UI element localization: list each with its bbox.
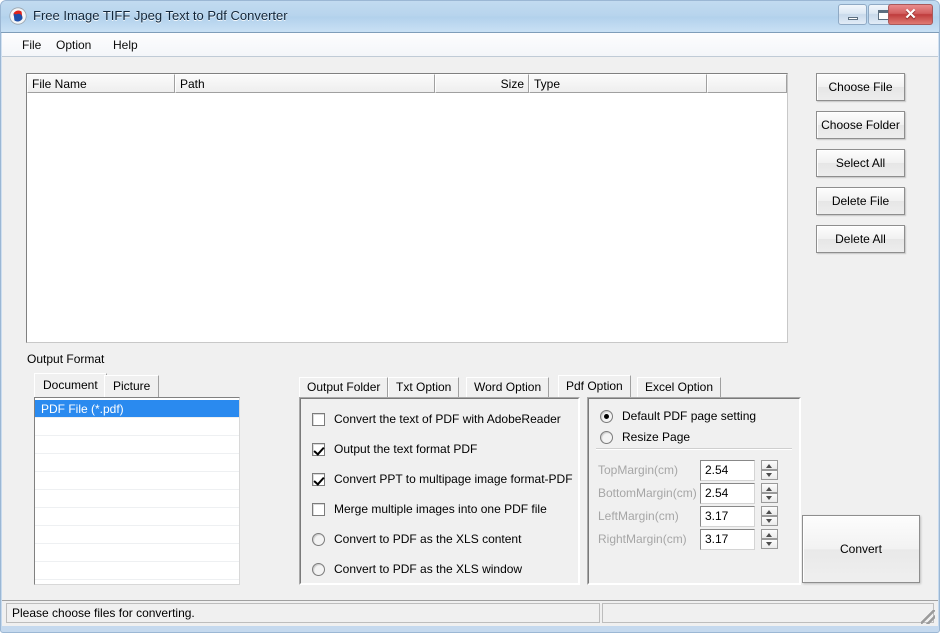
pdf-conversion-options-group: Convert the text of PDF with AdobeReader… (299, 397, 580, 585)
tab-document[interactable]: Document (34, 373, 107, 397)
application-window: Free Image TIFF Jpeg Text to Pdf Convert… (0, 0, 940, 633)
left-margin-input[interactable]: 3.17 (700, 506, 755, 527)
bottom-margin-input[interactable]: 2.54 (700, 483, 755, 504)
right-margin-input[interactable]: 3.17 (700, 529, 755, 550)
checkbox-convert-ppt-multipage[interactable]: Convert PPT to multipage image format-PD… (312, 471, 573, 487)
output-format-listbox[interactable]: PDF File (*.pdf) (34, 397, 240, 585)
tab-excel-option[interactable]: Excel Option (637, 377, 722, 397)
stepper-up-icon[interactable] (761, 506, 778, 516)
radio-icon[interactable] (600, 430, 613, 444)
stepper-up-icon[interactable] (761, 529, 778, 539)
list-item[interactable] (35, 526, 239, 544)
output-format-label: Output Format (27, 352, 105, 366)
list-item[interactable] (35, 562, 239, 580)
close-icon: ✕ (904, 6, 917, 23)
status-bar: Please choose files for converting. (2, 600, 938, 626)
stepper-up-icon[interactable] (761, 483, 778, 493)
checkbox-icon[interactable] (312, 502, 325, 516)
checkbox-output-text-format-pdf[interactable]: Output the text format PDF (312, 441, 477, 457)
stepper-down-icon[interactable] (761, 493, 778, 503)
left-margin-stepper[interactable] (761, 506, 778, 527)
menu-item-help[interactable]: Help (107, 37, 144, 53)
title-bar: Free Image TIFF Jpeg Text to Pdf Convert… (1, 1, 939, 33)
list-item[interactable]: PDF File (*.pdf) (35, 400, 239, 418)
radio-label: Convert to PDF as the XLS content (334, 532, 522, 546)
status-message: Please choose files for converting. (6, 603, 600, 623)
checkbox-label: Convert the text of PDF with AdobeReader (334, 412, 561, 426)
status-secondary-panel (602, 603, 934, 623)
stepper-up-icon[interactable] (761, 460, 778, 470)
right-margin-label: RightMargin(cm) (598, 532, 687, 546)
choose-folder-button[interactable]: Choose Folder (816, 111, 905, 139)
checkbox-icon[interactable] (312, 442, 325, 456)
menu-item-file[interactable]: File (16, 37, 47, 53)
file-list-header: File Name Path Size Type (27, 74, 787, 93)
list-item[interactable] (35, 472, 239, 490)
choose-file-button[interactable]: Choose File (816, 73, 905, 101)
pdf-page-setting-group: Default PDF page setting Resize Page Top… (587, 397, 801, 585)
list-item[interactable] (35, 490, 239, 508)
list-item[interactable] (35, 436, 239, 454)
radio-default-pdf-page-setting[interactable]: Default PDF page setting (600, 408, 756, 424)
file-list[interactable]: File Name Path Size Type (26, 73, 788, 343)
radio-resize-page[interactable]: Resize Page (600, 429, 690, 445)
radio-label: Default PDF page setting (622, 409, 757, 423)
checkbox-label: Convert PPT to multipage image format-PD… (334, 472, 573, 486)
stepper-down-icon[interactable] (761, 516, 778, 526)
column-header-blank[interactable] (707, 74, 787, 93)
checkbox-convert-text-with-adobereader[interactable]: Convert the text of PDF with AdobeReader (312, 411, 561, 427)
option-tabs: Output Folder Txt Option Word Option Pdf… (299, 375, 722, 398)
list-item[interactable] (35, 508, 239, 526)
tab-picture[interactable]: Picture (104, 375, 160, 397)
radio-icon[interactable] (600, 409, 613, 423)
checkbox-label: Output the text format PDF (334, 442, 478, 456)
menu-item-option[interactable]: Option (50, 37, 97, 53)
group-divider (596, 448, 792, 450)
column-header-file-name[interactable]: File Name (27, 74, 175, 93)
delete-all-button[interactable]: Delete All (816, 225, 905, 253)
column-header-path[interactable]: Path (175, 74, 435, 93)
radio-icon[interactable] (312, 562, 325, 576)
column-header-size[interactable]: Size (435, 74, 529, 93)
minimize-icon (839, 5, 866, 24)
column-header-type[interactable]: Type (529, 74, 707, 93)
top-margin-stepper[interactable] (761, 460, 778, 481)
resize-grip-icon[interactable] (921, 610, 935, 624)
tab-pdf-option[interactable]: Pdf Option (558, 375, 631, 398)
checkbox-merge-images-one-pdf[interactable]: Merge multiple images into one PDF file (312, 501, 547, 517)
stepper-down-icon[interactable] (761, 470, 778, 480)
close-button[interactable]: ✕ (888, 4, 933, 25)
tab-txt-option[interactable]: Txt Option (388, 377, 460, 397)
output-format-tabs: Document Picture (34, 373, 254, 397)
stepper-down-icon[interactable] (761, 539, 778, 549)
list-item[interactable] (35, 544, 239, 562)
bottom-margin-stepper[interactable] (761, 483, 778, 504)
tab-output-folder[interactable]: Output Folder (299, 377, 389, 397)
list-item[interactable] (35, 454, 239, 472)
radio-icon[interactable] (312, 532, 325, 546)
checkbox-icon[interactable] (312, 472, 325, 486)
delete-file-button[interactable]: Delete File (816, 187, 905, 215)
menu-bar: File Option Help (2, 33, 938, 57)
checkbox-label: Merge multiple images into one PDF file (334, 502, 547, 516)
radio-convert-xls-window[interactable]: Convert to PDF as the XLS window (312, 561, 522, 577)
bottom-margin-label: BottomMargin(cm) (598, 486, 697, 500)
radio-label: Resize Page (622, 430, 691, 444)
right-margin-stepper[interactable] (761, 529, 778, 550)
left-margin-label: LeftMargin(cm) (598, 509, 679, 523)
minimize-button[interactable] (838, 4, 867, 25)
select-all-button[interactable]: Select All (816, 149, 905, 177)
window-title: Free Image TIFF Jpeg Text to Pdf Convert… (33, 8, 288, 23)
radio-label: Convert to PDF as the XLS window (334, 562, 523, 576)
app-logo-icon (9, 7, 27, 25)
checkbox-icon[interactable] (312, 412, 325, 426)
radio-convert-xls-content[interactable]: Convert to PDF as the XLS content (312, 531, 521, 547)
client-area: File Name Path Size Type Choose File Cho… (2, 57, 938, 600)
top-margin-label: TopMargin(cm) (598, 463, 679, 477)
tab-word-option[interactable]: Word Option (466, 377, 550, 397)
convert-button[interactable]: Convert (802, 515, 920, 583)
list-item[interactable] (35, 418, 239, 436)
top-margin-input[interactable]: 2.54 (700, 460, 755, 481)
